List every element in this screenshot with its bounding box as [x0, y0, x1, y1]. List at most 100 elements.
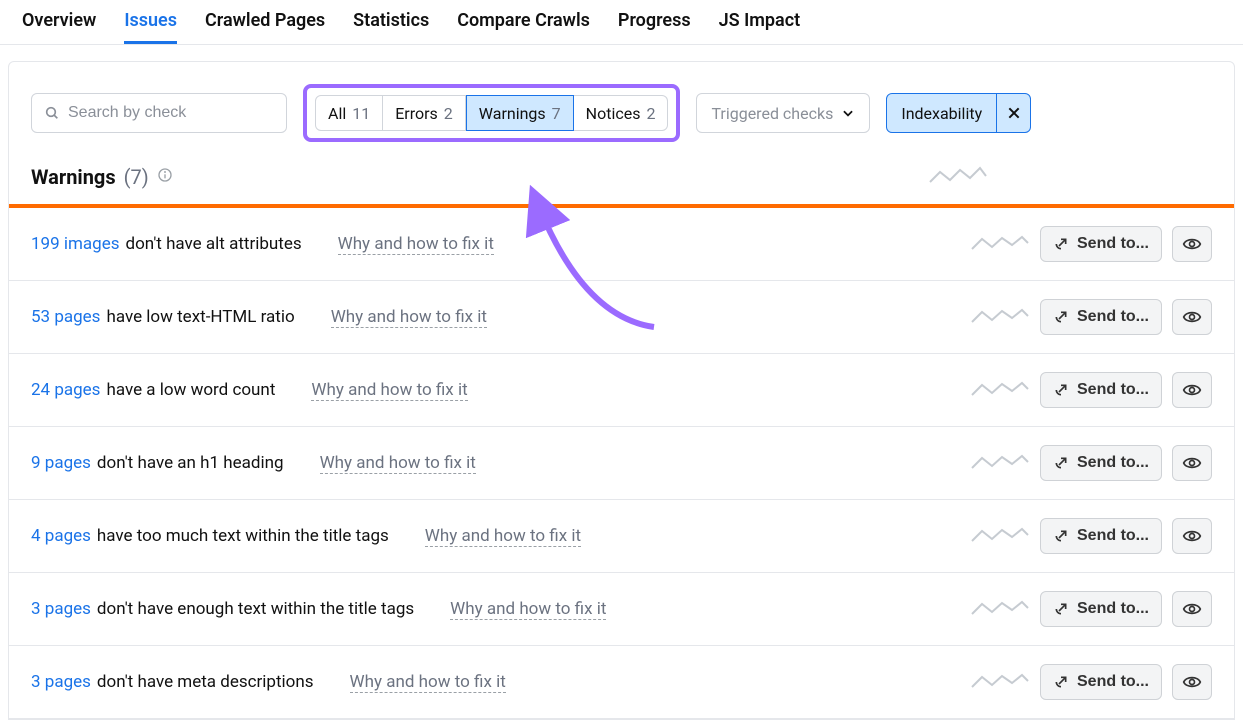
issue-row: 4 pages have too much text within the ti…: [9, 500, 1234, 573]
issue-description: don't have an h1 heading: [97, 453, 284, 473]
preview-button[interactable]: [1172, 372, 1212, 408]
search-input[interactable]: [68, 104, 274, 122]
tab-issues[interactable]: Issues: [124, 10, 177, 44]
eye-icon: [1182, 234, 1202, 254]
issue-count-link[interactable]: 53 pages: [31, 307, 100, 327]
send-to-label: Send to...: [1077, 235, 1149, 253]
eye-icon: [1182, 453, 1202, 473]
send-to-button[interactable]: Send to...: [1040, 664, 1162, 700]
tab-progress[interactable]: Progress: [618, 10, 691, 44]
eye-icon: [1182, 307, 1202, 327]
preview-button[interactable]: [1172, 226, 1212, 262]
row-actions: Send to...: [970, 372, 1212, 408]
why-how-fix-link[interactable]: Why and how to fix it: [331, 307, 487, 328]
issue-count-link[interactable]: 4 pages: [31, 526, 91, 546]
row-actions: Send to...: [970, 445, 1212, 481]
severity-label: Errors: [395, 104, 438, 123]
section-trend-spark: [928, 164, 1212, 190]
why-how-fix-link[interactable]: Why and how to fix it: [311, 380, 467, 401]
filter-chip-remove[interactable]: [996, 94, 1030, 132]
share-arrow-icon: [1053, 455, 1069, 471]
trend-sparkline: [970, 379, 1030, 401]
row-actions: Send to...: [970, 664, 1212, 700]
issue-row: 3 pages don't have enough text within th…: [9, 573, 1234, 646]
trend-sparkline: [970, 306, 1030, 328]
issue-description: don't have meta descriptions: [97, 672, 314, 692]
trend-sparkline: [970, 525, 1030, 547]
filter-chip-indexability: Indexability: [886, 93, 1031, 133]
trend-sparkline: [970, 671, 1030, 693]
issue-count-link[interactable]: 9 pages: [31, 453, 91, 473]
section-title: Warnings: [31, 165, 116, 189]
severity-all[interactable]: All 11: [315, 95, 383, 131]
issue-row: 53 pages have low text-HTML ratio Why and…: [9, 281, 1234, 354]
issue-row: 9 pages don't have an h1 heading Why and …: [9, 427, 1234, 500]
trend-sparkline: [970, 598, 1030, 620]
preview-button[interactable]: [1172, 299, 1212, 335]
share-arrow-icon: [1053, 528, 1069, 544]
issue-count-link[interactable]: 3 pages: [31, 672, 91, 692]
report-tabs: Overview Issues Crawled Pages Statistics Com…: [0, 0, 1243, 45]
row-actions: Send to...: [970, 226, 1212, 262]
severity-errors[interactable]: Errors2: [383, 95, 466, 131]
tab-compare-crawls[interactable]: Compare Crawls: [457, 10, 590, 44]
issue-row: 3 pages don't have meta descriptions Why …: [9, 646, 1234, 719]
severity-warnings[interactable]: Warnings7: [466, 95, 574, 131]
issue-text: 9 pages don't have an h1 heading: [31, 453, 284, 473]
tab-js-impact[interactable]: JS Impact: [719, 10, 801, 44]
eye-icon: [1182, 672, 1202, 692]
preview-button[interactable]: [1172, 591, 1212, 627]
search-input-wrapper[interactable]: [31, 93, 287, 133]
severity-count: 2: [646, 104, 655, 123]
issue-description: don't have alt attributes: [126, 234, 302, 254]
severity-notices[interactable]: Notices 2: [574, 95, 669, 131]
why-how-fix-link[interactable]: Why and how to fix it: [320, 453, 476, 474]
preview-button[interactable]: [1172, 518, 1212, 554]
issue-count-link[interactable]: 199 images: [31, 234, 120, 254]
share-arrow-icon: [1053, 382, 1069, 398]
why-how-fix-link[interactable]: Why and how to fix it: [425, 526, 581, 547]
row-actions: Send to...: [970, 299, 1212, 335]
dropdown-label: Triggered checks: [711, 104, 833, 123]
warnings-list: 199 images don't have alt attributes Why …: [9, 208, 1234, 719]
row-actions: Send to...: [970, 591, 1212, 627]
issue-description: have low text-HTML ratio: [106, 307, 294, 327]
eye-icon: [1182, 380, 1202, 400]
severity-count: 11: [352, 104, 370, 123]
preview-button[interactable]: [1172, 445, 1212, 481]
chevron-down-icon: [841, 106, 855, 120]
row-actions: Send to...: [970, 518, 1212, 554]
trend-sparkline: [970, 233, 1030, 255]
send-to-button[interactable]: Send to...: [1040, 591, 1162, 627]
issues-toolbar: All 11 Errors2Warnings7 Notices 2 Triggered …: [9, 84, 1234, 164]
issue-description: have too much text within the title tags: [97, 526, 389, 546]
preview-button[interactable]: [1172, 664, 1212, 700]
send-to-label: Send to...: [1077, 527, 1149, 545]
send-to-button[interactable]: Send to...: [1040, 372, 1162, 408]
why-how-fix-link[interactable]: Why and how to fix it: [350, 672, 506, 693]
send-to-label: Send to...: [1077, 600, 1149, 618]
issue-count-link[interactable]: 24 pages: [31, 380, 100, 400]
search-icon: [44, 105, 60, 121]
send-to-button[interactable]: Send to...: [1040, 226, 1162, 262]
close-icon: [1006, 105, 1022, 121]
issue-text: 3 pages don't have enough text within th…: [31, 599, 414, 619]
send-to-button[interactable]: Send to...: [1040, 299, 1162, 335]
issue-row: 24 pages have a low word countWhy and ho…: [9, 354, 1234, 427]
issues-panel: All 11 Errors2Warnings7 Notices 2 Triggered …: [8, 61, 1235, 720]
severity-label: All: [328, 104, 346, 123]
eye-icon: [1182, 599, 1202, 619]
send-to-label: Send to...: [1077, 673, 1149, 691]
share-arrow-icon: [1053, 601, 1069, 617]
tab-overview[interactable]: Overview: [22, 10, 96, 44]
issue-count-link[interactable]: 3 pages: [31, 599, 91, 619]
info-icon[interactable]: [157, 167, 173, 187]
send-to-button[interactable]: Send to...: [1040, 445, 1162, 481]
why-how-fix-link[interactable]: Why and how to fix it: [450, 599, 606, 620]
tab-statistics[interactable]: Statistics: [353, 10, 429, 44]
send-to-button[interactable]: Send to...: [1040, 518, 1162, 554]
tab-crawled-pages[interactable]: Crawled Pages: [205, 10, 325, 44]
severity-label: Notices: [586, 104, 641, 123]
why-how-fix-link[interactable]: Why and how to fix it: [338, 234, 494, 255]
triggered-checks-dropdown[interactable]: Triggered checks: [696, 93, 870, 133]
